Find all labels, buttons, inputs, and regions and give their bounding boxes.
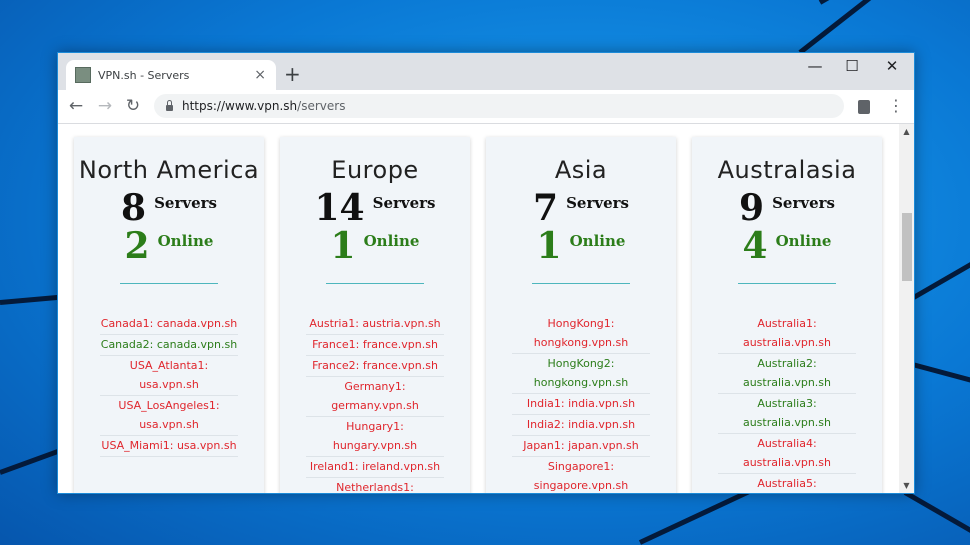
server-item[interactable]: Australia4: australia.vpn.sh	[718, 434, 856, 474]
page-viewport: North America 8 Servers 2 Online Canada1…	[58, 124, 899, 493]
region-title: North America	[78, 156, 260, 184]
server-count: 7 Servers	[533, 187, 629, 229]
browser-toolbar: ← → ↻ https://www.vpn.sh/servers ⋮	[58, 90, 914, 124]
online-count: 2 Online	[124, 225, 214, 267]
region-card-europe: Europe 14 Servers 1 Online Austria1: aus…	[280, 137, 470, 493]
scroll-down-arrow-icon[interactable]: ▼	[899, 481, 914, 490]
server-item[interactable]: Germany1: germany.vpn.sh	[306, 377, 444, 417]
tab-vpn-servers[interactable]: VPN.sh - Servers ×	[66, 60, 276, 90]
vertical-scrollbar[interactable]: ▲ ▼	[899, 124, 914, 493]
close-window-button[interactable]: ✕	[880, 57, 904, 75]
url-text: https://www.vpn.sh/servers	[182, 99, 346, 113]
server-item[interactable]: HongKong2: hongkong.vpn.sh	[512, 354, 650, 394]
server-item[interactable]: Australia3: australia.vpn.sh	[718, 394, 856, 434]
region-card-north-america: North America 8 Servers 2 Online Canada1…	[74, 137, 264, 493]
lock-icon	[166, 100, 173, 111]
server-count: 9 Servers	[739, 187, 835, 229]
new-tab-button[interactable]: +	[284, 62, 301, 86]
server-item[interactable]: USA_LosAngeles1: usa.vpn.sh	[100, 396, 238, 436]
online-count: 4 Online	[742, 225, 832, 267]
server-item[interactable]: Australia2: australia.vpn.sh	[718, 354, 856, 394]
tab-close-icon[interactable]: ×	[254, 67, 266, 83]
divider	[326, 283, 424, 284]
scrollbar-thumb[interactable]	[902, 213, 912, 281]
profile-icon[interactable]	[858, 100, 870, 114]
tab-strip: VPN.sh - Servers × + — ☐ ✕	[58, 53, 914, 90]
online-count: 1 Online	[330, 225, 420, 267]
server-list: Canada1: canada.vpn.sh Canada2: canada.v…	[74, 314, 264, 457]
server-list: Austria1: austria.vpn.sh France1: france…	[280, 314, 470, 493]
maximize-button[interactable]: ☐	[840, 57, 864, 75]
server-item[interactable]: Japan1: japan.vpn.sh	[512, 436, 650, 457]
server-item[interactable]: Netherlands1: netherlands.vpn.sh	[306, 478, 444, 493]
server-item[interactable]: USA_Atlanta1: usa.vpn.sh	[100, 356, 238, 396]
divider	[120, 283, 218, 284]
server-item[interactable]: France1: france.vpn.sh	[306, 335, 444, 356]
server-item[interactable]: Canada2: canada.vpn.sh	[100, 335, 238, 356]
region-title: Europe	[331, 156, 419, 184]
server-list: Australia1: australia.vpn.sh Australia2:…	[692, 314, 882, 493]
site-favicon-icon	[75, 67, 91, 83]
desktop-line	[903, 490, 970, 535]
online-count: 1 Online	[536, 225, 626, 267]
browser-window: VPN.sh - Servers × + — ☐ ✕ ← → ↻ https:/…	[57, 52, 915, 494]
address-bar[interactable]: https://www.vpn.sh/servers	[154, 94, 844, 118]
server-list: HongKong1: hongkong.vpn.sh HongKong2: ho…	[486, 314, 676, 493]
menu-kebab-icon[interactable]: ⋮	[888, 96, 904, 115]
server-item[interactable]: Hungary1: hungary.vpn.sh	[306, 417, 444, 457]
server-item[interactable]: HongKong1: hongkong.vpn.sh	[512, 314, 650, 354]
back-button[interactable]: ←	[66, 97, 86, 115]
server-item[interactable]: Ireland1: ireland.vpn.sh	[306, 457, 444, 478]
server-item[interactable]: France2: france.vpn.sh	[306, 356, 444, 377]
tab-title: VPN.sh - Servers	[98, 68, 190, 82]
region-card-australasia: Australasia 9 Servers 4 Online Australia…	[692, 137, 882, 493]
desktop-line	[818, 0, 970, 5]
server-item[interactable]: Australia1: australia.vpn.sh	[718, 314, 856, 354]
desktop-line	[798, 0, 970, 55]
forward-button[interactable]: →	[95, 97, 115, 115]
divider	[532, 283, 630, 284]
server-item[interactable]: Singapore1: singapore.vpn.sh	[512, 457, 650, 493]
divider	[738, 283, 836, 284]
server-count: 8 Servers	[121, 187, 217, 229]
server-item[interactable]: Austria1: austria.vpn.sh	[306, 314, 444, 335]
server-item[interactable]: India2: india.vpn.sh	[512, 415, 650, 436]
minimize-button[interactable]: —	[803, 57, 827, 75]
server-count: 14 Servers	[314, 187, 436, 229]
server-item[interactable]: Australia5: australia.vpn.sh	[718, 474, 856, 493]
server-item[interactable]: USA_Miami1: usa.vpn.sh	[100, 436, 238, 457]
scroll-up-arrow-icon[interactable]: ▲	[899, 127, 914, 136]
server-item[interactable]: India1: india.vpn.sh	[512, 394, 650, 415]
reload-button[interactable]: ↻	[123, 97, 143, 115]
region-title: Asia	[554, 156, 608, 184]
region-title: Australasia	[717, 156, 857, 184]
server-item[interactable]: Canada1: canada.vpn.sh	[100, 314, 238, 335]
region-card-asia: Asia 7 Servers 1 Online HongKong1: hongk…	[486, 137, 676, 493]
desktop-line	[638, 489, 750, 545]
